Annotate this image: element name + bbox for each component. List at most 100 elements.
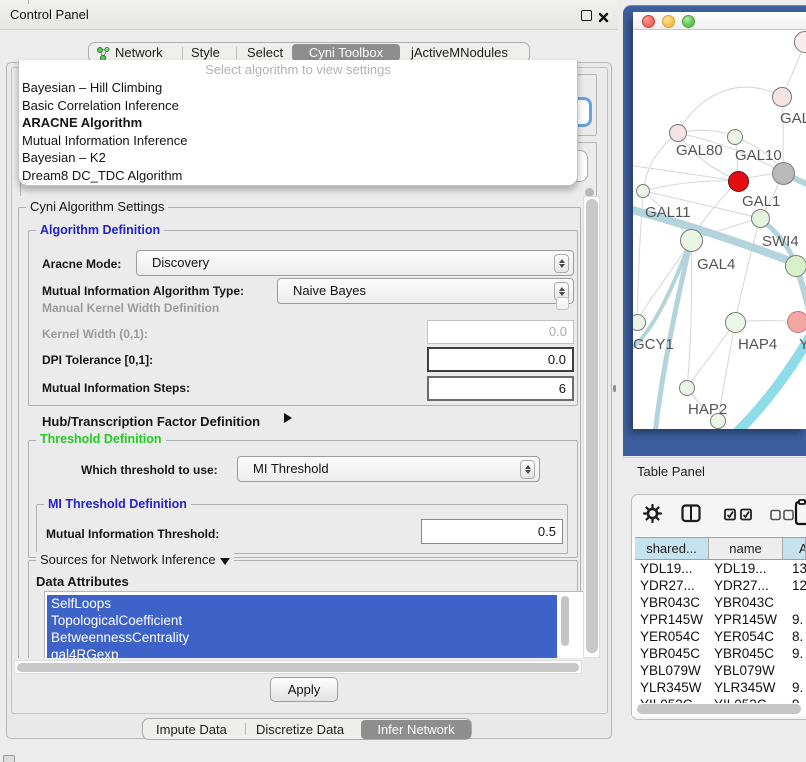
column-header-partial[interactable]: A [783,538,806,559]
panel-splitter-handle[interactable] [613,385,616,392]
table-cell: YBR043C [709,594,783,611]
algorithm-dropdown: Select algorithm to view settings Bayesi… [18,60,578,186]
which-threshold-label: Which threshold to use: [81,463,218,477]
mi-steps-label: Mutual Information Steps: [42,381,190,395]
node-label: GAL11 [645,204,691,221]
tab-infer-network[interactable]: Infer Network [361,720,471,739]
table-cell: 8. [783,628,806,645]
gear-icon[interactable] [643,504,662,523]
network-node-GAL4[interactable] [680,229,703,252]
node-label: GAL7 [780,110,806,127]
network-node-HAP4[interactable] [725,312,746,333]
algorithm-option[interactable]: Bayesian – K2 [19,149,577,167]
aracne-mode-combobox[interactable]: Discovery [136,250,574,276]
table-row[interactable]: YIL052CYIL052C9. [635,696,806,703]
network-node-GAL1[interactable] [751,209,770,228]
network-node-GCY1[interactable] [633,314,646,331]
kernel-width-field[interactable]: 0.0 [427,320,574,344]
which-threshold-combobox[interactable]: MI Threshold [237,456,540,482]
algorithm-option[interactable]: Dream8 DC_TDC Algorithm [19,167,577,185]
dock-corner-icon[interactable] [3,755,15,762]
table-row[interactable]: YDR27...YDR27...12 [635,577,806,594]
manual-kernel-checkbox[interactable] [556,297,569,310]
table-panel-title: Table Panel [637,464,705,479]
stepper-icon[interactable] [554,254,569,273]
settings-vertical-scrollbar[interactable] [583,196,600,658]
mac-close-icon[interactable] [642,15,655,28]
close-icon[interactable] [598,10,609,21]
table-rows: YDL19...YDL19...13YDR27...YDR27...12YBR0… [635,560,806,703]
network-node-gray-node[interactable] [772,162,795,185]
table-cell: YPR145W [635,611,709,628]
expand-arrow-icon[interactable] [284,413,292,423]
attribute-list-item[interactable]: gal4RGexp [47,646,557,658]
table-row[interactable]: YBR043CYBR043C [635,594,806,611]
mi-type-combobox[interactable]: Naive Bayes [277,278,574,304]
table-row[interactable]: YLR345WYLR345W9. [635,679,806,696]
settings-scrollview: Cyni Algorithm Settings Algorithm Defini… [12,196,586,658]
table-cell: YBR045C [635,645,709,662]
tab-cyni-toolbox[interactable]: Cyni Toolbox [292,44,400,61]
node-label: SWI4 [762,233,799,250]
table-row[interactable]: YER054CYER054C8. [635,628,806,645]
attribute-list-item[interactable]: TopologicalCoefficient [47,612,557,629]
column-header-shared-name[interactable]: shared... [635,538,709,559]
stepper-icon[interactable] [520,460,535,479]
mi-type-label: Mutual Information Algorithm Type: [42,284,244,298]
mac-minimize-icon[interactable] [662,15,675,28]
algorithm-option[interactable]: Bayesian – Hill Climbing [19,79,577,97]
table-row[interactable]: YPR145WYPR145W9. [635,611,806,628]
hub-definition-label[interactable]: Hub/Transcription Factor Definition [42,414,260,429]
network-node-GAL80[interactable] [669,124,687,142]
node-label: GAL4 [697,256,735,273]
mac-zoom-icon[interactable] [682,15,695,28]
table-horizontal-scrollbar[interactable] [636,703,804,715]
float-window-icon[interactable] [581,10,592,21]
network-node-HAP2[interactable] [679,380,695,396]
tab-discretize-data[interactable]: Discretize Data [256,720,344,739]
table-cell: YPR145W [709,611,783,628]
table-cell: 9. [783,696,806,703]
network-node-GAL7[interactable] [772,87,792,107]
mi-threshold-field[interactable]: 0.5 [421,519,563,544]
table-cell: YDL19... [635,560,709,577]
algorithm-option[interactable]: Basic Correlation Inference [19,97,577,115]
select-all-icon[interactable] [724,507,754,521]
mi-threshold-title: MI Threshold Definition [44,497,191,511]
table-row[interactable]: YDL19...YDL19...13 [635,560,806,577]
table-row[interactable]: YBR045CYBR045C9. [635,645,806,662]
settings-horizontal-scrollbar[interactable] [14,660,582,674]
algorithm-option[interactable]: Mutual Information Inference [19,132,577,150]
network-node-pink-right[interactable] [787,311,806,333]
tab-impute-data[interactable]: Impute Data [156,720,227,739]
network-node-selected-red[interactable] [728,171,749,192]
network-window-titlebar[interactable] [633,12,806,30]
attribute-list-item[interactable]: SelfLoops [47,595,557,612]
network-node-SWI4[interactable] [785,255,806,277]
deselect-all-icon[interactable] [770,509,794,521]
data-attributes-label: Data Attributes [36,574,129,589]
kernel-width-label: Kernel Width (0,1): [42,327,148,341]
document-icon[interactable] [794,499,806,526]
dpi-tolerance-label: DPI Tolerance [0,1]: [42,353,153,367]
table-header: shared... name A [635,537,806,560]
attribute-list-item[interactable]: BetweennessCentrality [47,629,557,646]
tab-separator [245,723,246,735]
network-canvas[interactable]: GAL7GAL80GAL10GAL11GAL1SWI4GAL4GCY1HAP4Y… [633,30,806,429]
algorithm-option[interactable]: ARACNE Algorithm [19,114,577,132]
network-node-GAL11[interactable] [636,184,650,198]
mi-steps-field[interactable]: 6 [427,376,574,401]
network-node-GAL10[interactable] [727,129,743,145]
table-cell: 9. [783,645,806,662]
column-header-name[interactable]: name [709,538,783,559]
table-row[interactable]: YBL079WYBL079W [635,662,806,679]
sources-title[interactable]: Sources for Network Inference [36,552,234,567]
attributes-scrollbar[interactable] [561,596,571,648]
dpi-tolerance-field[interactable]: 0.0 [427,347,574,372]
apply-button[interactable]: Apply [270,677,338,702]
node-label: GAL1 [742,193,780,210]
columns-icon[interactable] [681,504,701,523]
table-cell: 12 [783,577,806,594]
node-label: HAP4 [738,336,777,353]
table-cell: YDR27... [709,577,783,594]
